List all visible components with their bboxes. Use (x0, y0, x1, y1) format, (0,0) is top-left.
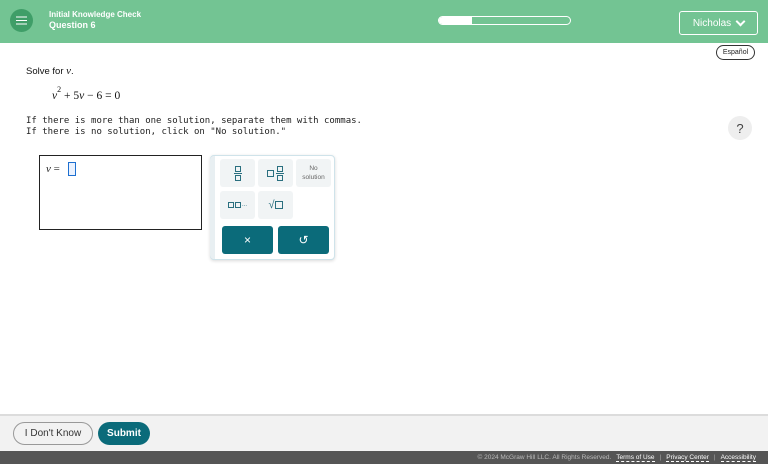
answer-cursor-placeholder[interactable] (68, 162, 76, 176)
fraction-icon (233, 165, 242, 181)
answer-label: v = (46, 163, 60, 175)
math-palette: No solution ... √ × ↺ (210, 155, 335, 260)
equation: v2 + 5v − 6 = 0 (52, 85, 121, 102)
equation-part-b: − 6 = 0 (84, 89, 121, 102)
dont-know-button[interactable]: I Don't Know (13, 422, 93, 445)
question-prompt: Solve for v. (26, 65, 74, 77)
no-solution-key[interactable]: No solution (296, 159, 331, 187)
mixed-number-key[interactable] (258, 159, 293, 187)
menu-button[interactable] (10, 9, 33, 32)
copyright-text: © 2024 McGraw Hill LLC. All Rights Reser… (477, 454, 612, 461)
answer-input-area[interactable]: v = (39, 155, 202, 230)
undo-icon: ↺ (298, 233, 309, 247)
mixed-number-icon (267, 165, 284, 181)
progress-bar (438, 16, 571, 25)
instruction-no-solution: If there is no solution, click on "No so… (26, 127, 287, 137)
list-icon: ... (227, 202, 247, 208)
equation-part-a: + 5 (61, 89, 80, 102)
chevron-down-icon (735, 16, 746, 26)
question-number: Question 6 (49, 20, 96, 30)
equation-exponent: 2 (57, 85, 62, 94)
legal-footer: © 2024 McGraw Hill LLC. All Rights Reser… (0, 451, 768, 464)
prompt-period: . (71, 66, 74, 77)
close-icon: × (243, 233, 251, 247)
undo-button[interactable]: ↺ (278, 226, 329, 254)
square-root-key[interactable]: √ (258, 191, 293, 219)
progress-fill (439, 17, 472, 24)
terms-link[interactable]: Terms of Use (616, 454, 655, 462)
fraction-key[interactable] (220, 159, 255, 187)
instruction-multiple-solutions: If there is more than one solution, sepa… (26, 116, 362, 126)
assignment-title: Initial Knowledge Check (49, 10, 142, 19)
list-key[interactable]: ... (220, 191, 255, 219)
top-header: Initial Knowledge Check Question 6 Nicho… (0, 0, 768, 43)
separator: | (659, 454, 662, 461)
no-solution-label: No solution (302, 165, 325, 181)
answer-equals: = (50, 163, 60, 175)
user-menu-button[interactable]: Nicholas (679, 11, 758, 35)
accessibility-link[interactable]: Accessibility (720, 454, 756, 462)
privacy-link[interactable]: Privacy Center (666, 454, 709, 462)
separator: | (713, 454, 716, 461)
square-root-icon: √ (268, 199, 283, 211)
submit-button[interactable]: Submit (98, 422, 150, 445)
clear-button[interactable]: × (222, 226, 273, 254)
help-button[interactable]: ? (728, 116, 752, 140)
hamburger-icon (16, 19, 27, 22)
prompt-text: Solve for (26, 66, 64, 77)
user-name: Nicholas (692, 17, 732, 29)
language-toggle-button[interactable]: Español (716, 45, 755, 60)
